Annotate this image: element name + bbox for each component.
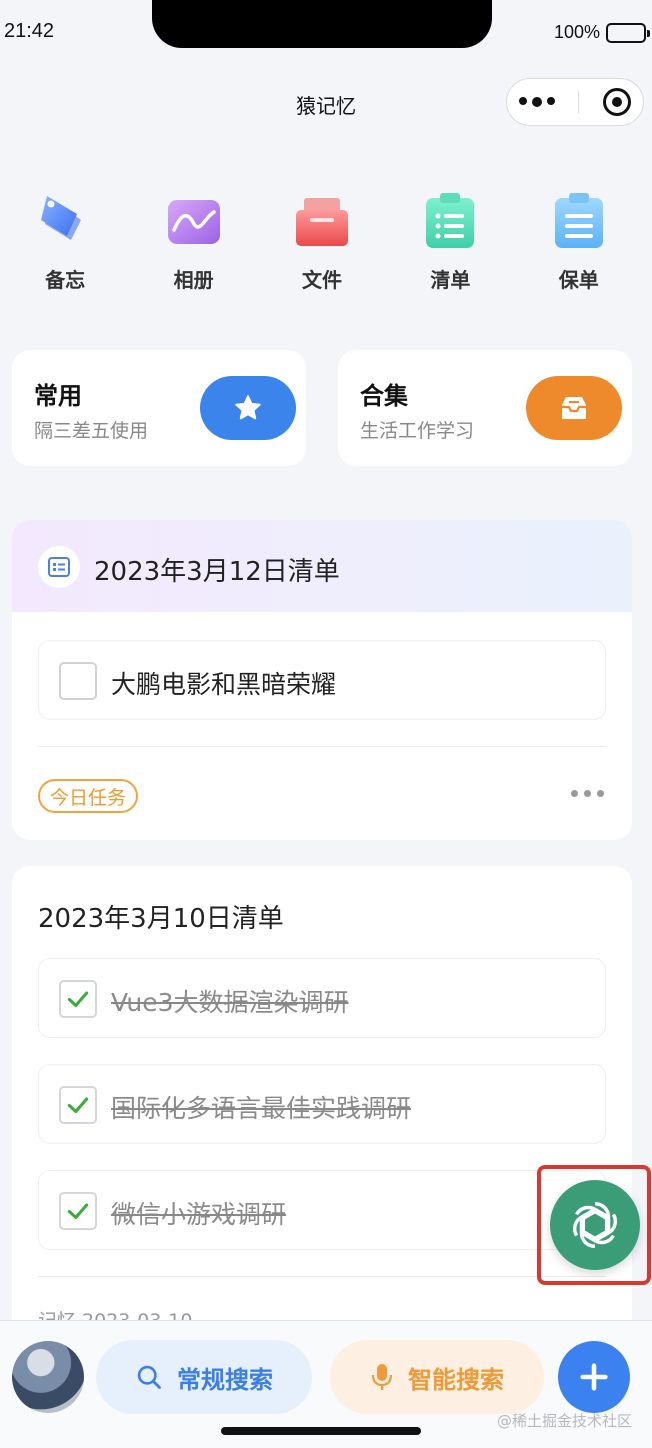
watermark: @稀土掘金技术社区 — [496, 1412, 632, 1430]
todo-checkbox[interactable] — [59, 1192, 97, 1230]
quick-action-label: 保单 — [558, 268, 599, 292]
todo-text: 大鹏电影和黑暗荣耀 — [111, 670, 337, 699]
plus-icon — [580, 1363, 608, 1391]
microphone-icon — [371, 1364, 393, 1390]
feature-title: 合集 — [360, 382, 408, 410]
check-icon — [67, 1203, 89, 1220]
quick-action-label: 相册 — [173, 268, 214, 292]
todo-item[interactable]: 微信小游戏调研 — [38, 1170, 606, 1250]
search-icon — [137, 1365, 161, 1389]
star-icon — [235, 395, 261, 420]
todo-item[interactable]: 大鹏电影和黑暗荣耀 — [38, 640, 606, 720]
today-task-tag[interactable]: 今日任务 — [38, 779, 139, 813]
quick-action-policy[interactable]: 保单 — [515, 190, 643, 293]
todo-checkbox[interactable] — [59, 1086, 97, 1124]
quick-action-album[interactable]: 相册 — [129, 190, 257, 293]
quick-action-file[interactable]: 文件 — [258, 190, 386, 293]
feature-card-common[interactable]: 常用 隔三差五使用 — [12, 350, 306, 466]
todo-checkbox[interactable] — [59, 662, 97, 700]
mini-program-capsule — [506, 78, 644, 126]
normal-search-button[interactable]: 常规搜索 — [96, 1340, 312, 1414]
checklist-header: 2023年3月12日清单 — [12, 520, 632, 612]
divider — [38, 746, 606, 747]
normal-search-label: 常规搜索 — [177, 1365, 273, 1394]
divider — [38, 1276, 606, 1277]
smart-search-button[interactable]: 智能搜索 — [330, 1340, 544, 1414]
tag-icon — [41, 196, 82, 240]
quick-action-label: 备忘 — [45, 268, 86, 292]
status-bar: 21:42 100% — [0, 0, 652, 60]
todo-text: 国际化多语言最佳实践调研 — [111, 1094, 412, 1123]
quick-action-label: 文件 — [301, 268, 342, 292]
feature-title: 常用 — [34, 382, 82, 410]
battery-percent: 100% — [553, 22, 600, 42]
ai-chat-button[interactable] — [550, 1180, 640, 1270]
photo-icon — [167, 200, 220, 244]
todo-text: 微信小游戏调研 — [111, 1200, 287, 1229]
todo-text: Vue3大数据渲染调研 — [111, 988, 349, 1017]
inbox-button[interactable] — [526, 376, 622, 440]
list-icon — [38, 546, 80, 588]
more-options-icon[interactable] — [571, 790, 604, 797]
check-icon — [67, 1097, 89, 1114]
target-icon[interactable] — [603, 88, 632, 116]
file-icon — [295, 198, 348, 246]
quick-actions: 备忘 相册 文件 清单 保单 — [0, 190, 652, 293]
smart-search-label: 智能搜索 — [408, 1365, 504, 1394]
checklist-title: 2023年3月12日清单 — [94, 557, 340, 587]
device-notch — [152, 0, 492, 48]
ellipsis-icon[interactable] — [518, 97, 555, 107]
add-button[interactable] — [558, 1341, 630, 1413]
battery-indicator: 100% — [553, 22, 650, 43]
inbox-icon — [562, 397, 586, 419]
todo-item[interactable]: Vue3大数据渲染调研 — [38, 958, 606, 1038]
status-time: 21:42 — [4, 20, 55, 42]
capsule-divider — [578, 91, 580, 113]
quick-action-label: 清单 — [430, 268, 471, 292]
feature-subtitle: 生活工作学习 — [360, 420, 475, 442]
quick-action-checklist[interactable]: 清单 — [386, 190, 514, 293]
star-button[interactable] — [200, 376, 296, 440]
todo-item[interactable]: 国际化多语言最佳实践调研 — [38, 1064, 606, 1144]
checklist-title: 2023年3月10日清单 — [38, 904, 284, 934]
battery-icon — [606, 22, 650, 43]
checklist-icon — [426, 193, 475, 248]
openai-logo-icon — [572, 1201, 618, 1249]
feature-card-collection[interactable]: 合集 生活工作学习 — [338, 350, 632, 466]
avatar[interactable] — [12, 1341, 84, 1413]
quick-action-memo[interactable]: 备忘 — [1, 190, 129, 293]
clipboard-icon — [554, 193, 603, 248]
home-indicator — [221, 1427, 421, 1435]
checklist-card-today[interactable]: 2023年3月12日清单 大鹏电影和黑暗荣耀 今日任务 — [12, 520, 632, 840]
check-icon — [67, 991, 89, 1008]
feature-subtitle: 隔三差五使用 — [34, 420, 149, 442]
todo-checkbox[interactable] — [59, 980, 97, 1018]
